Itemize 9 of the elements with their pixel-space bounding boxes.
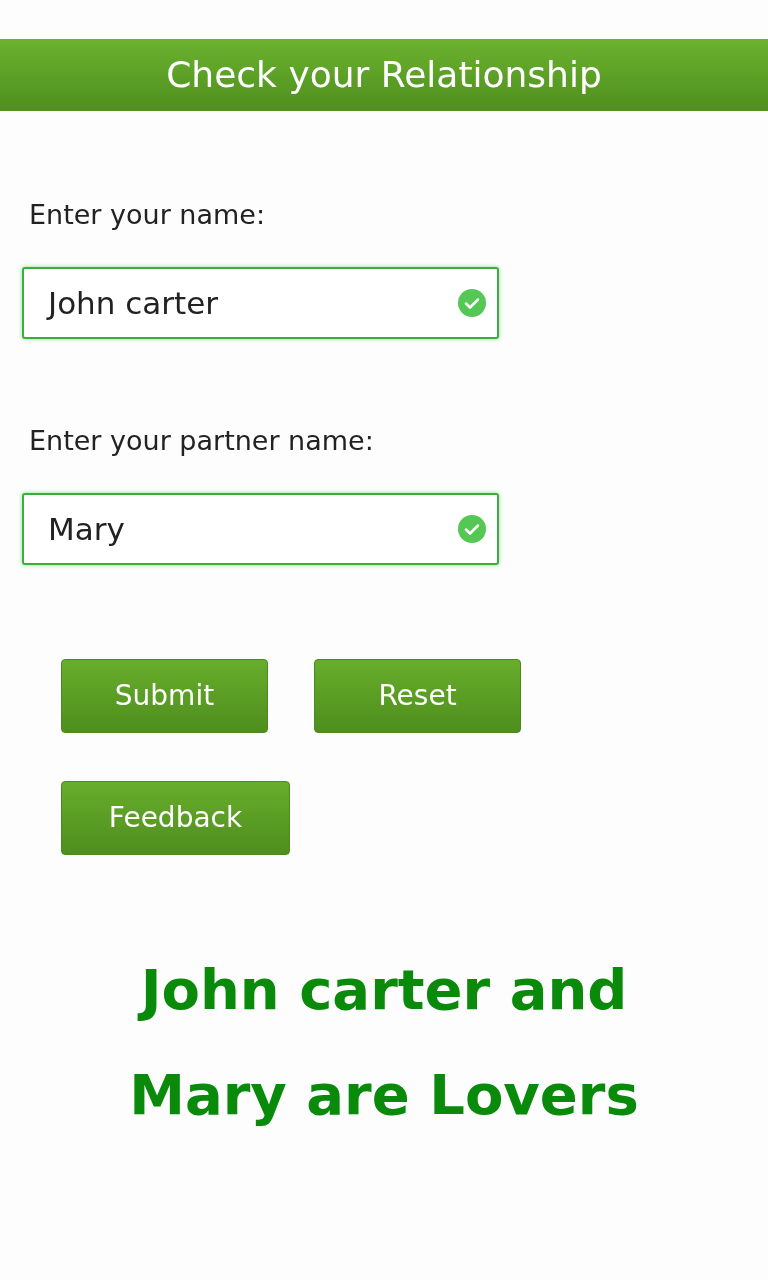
field-label: Enter your name: — [29, 198, 266, 232]
app-title: Check your Relationship — [166, 57, 602, 93]
text-field[interactable]: John carter — [22, 267, 499, 339]
action-button[interactable]: Feedback — [61, 781, 290, 855]
text-field[interactable]: Mary — [22, 493, 499, 565]
result-message: John carter and Mary are Lovers — [128, 956, 640, 1129]
field-label: Enter your partner name: — [29, 424, 375, 458]
action-button[interactable]: Reset — [314, 659, 521, 733]
action-button[interactable]: Submit — [61, 659, 268, 733]
